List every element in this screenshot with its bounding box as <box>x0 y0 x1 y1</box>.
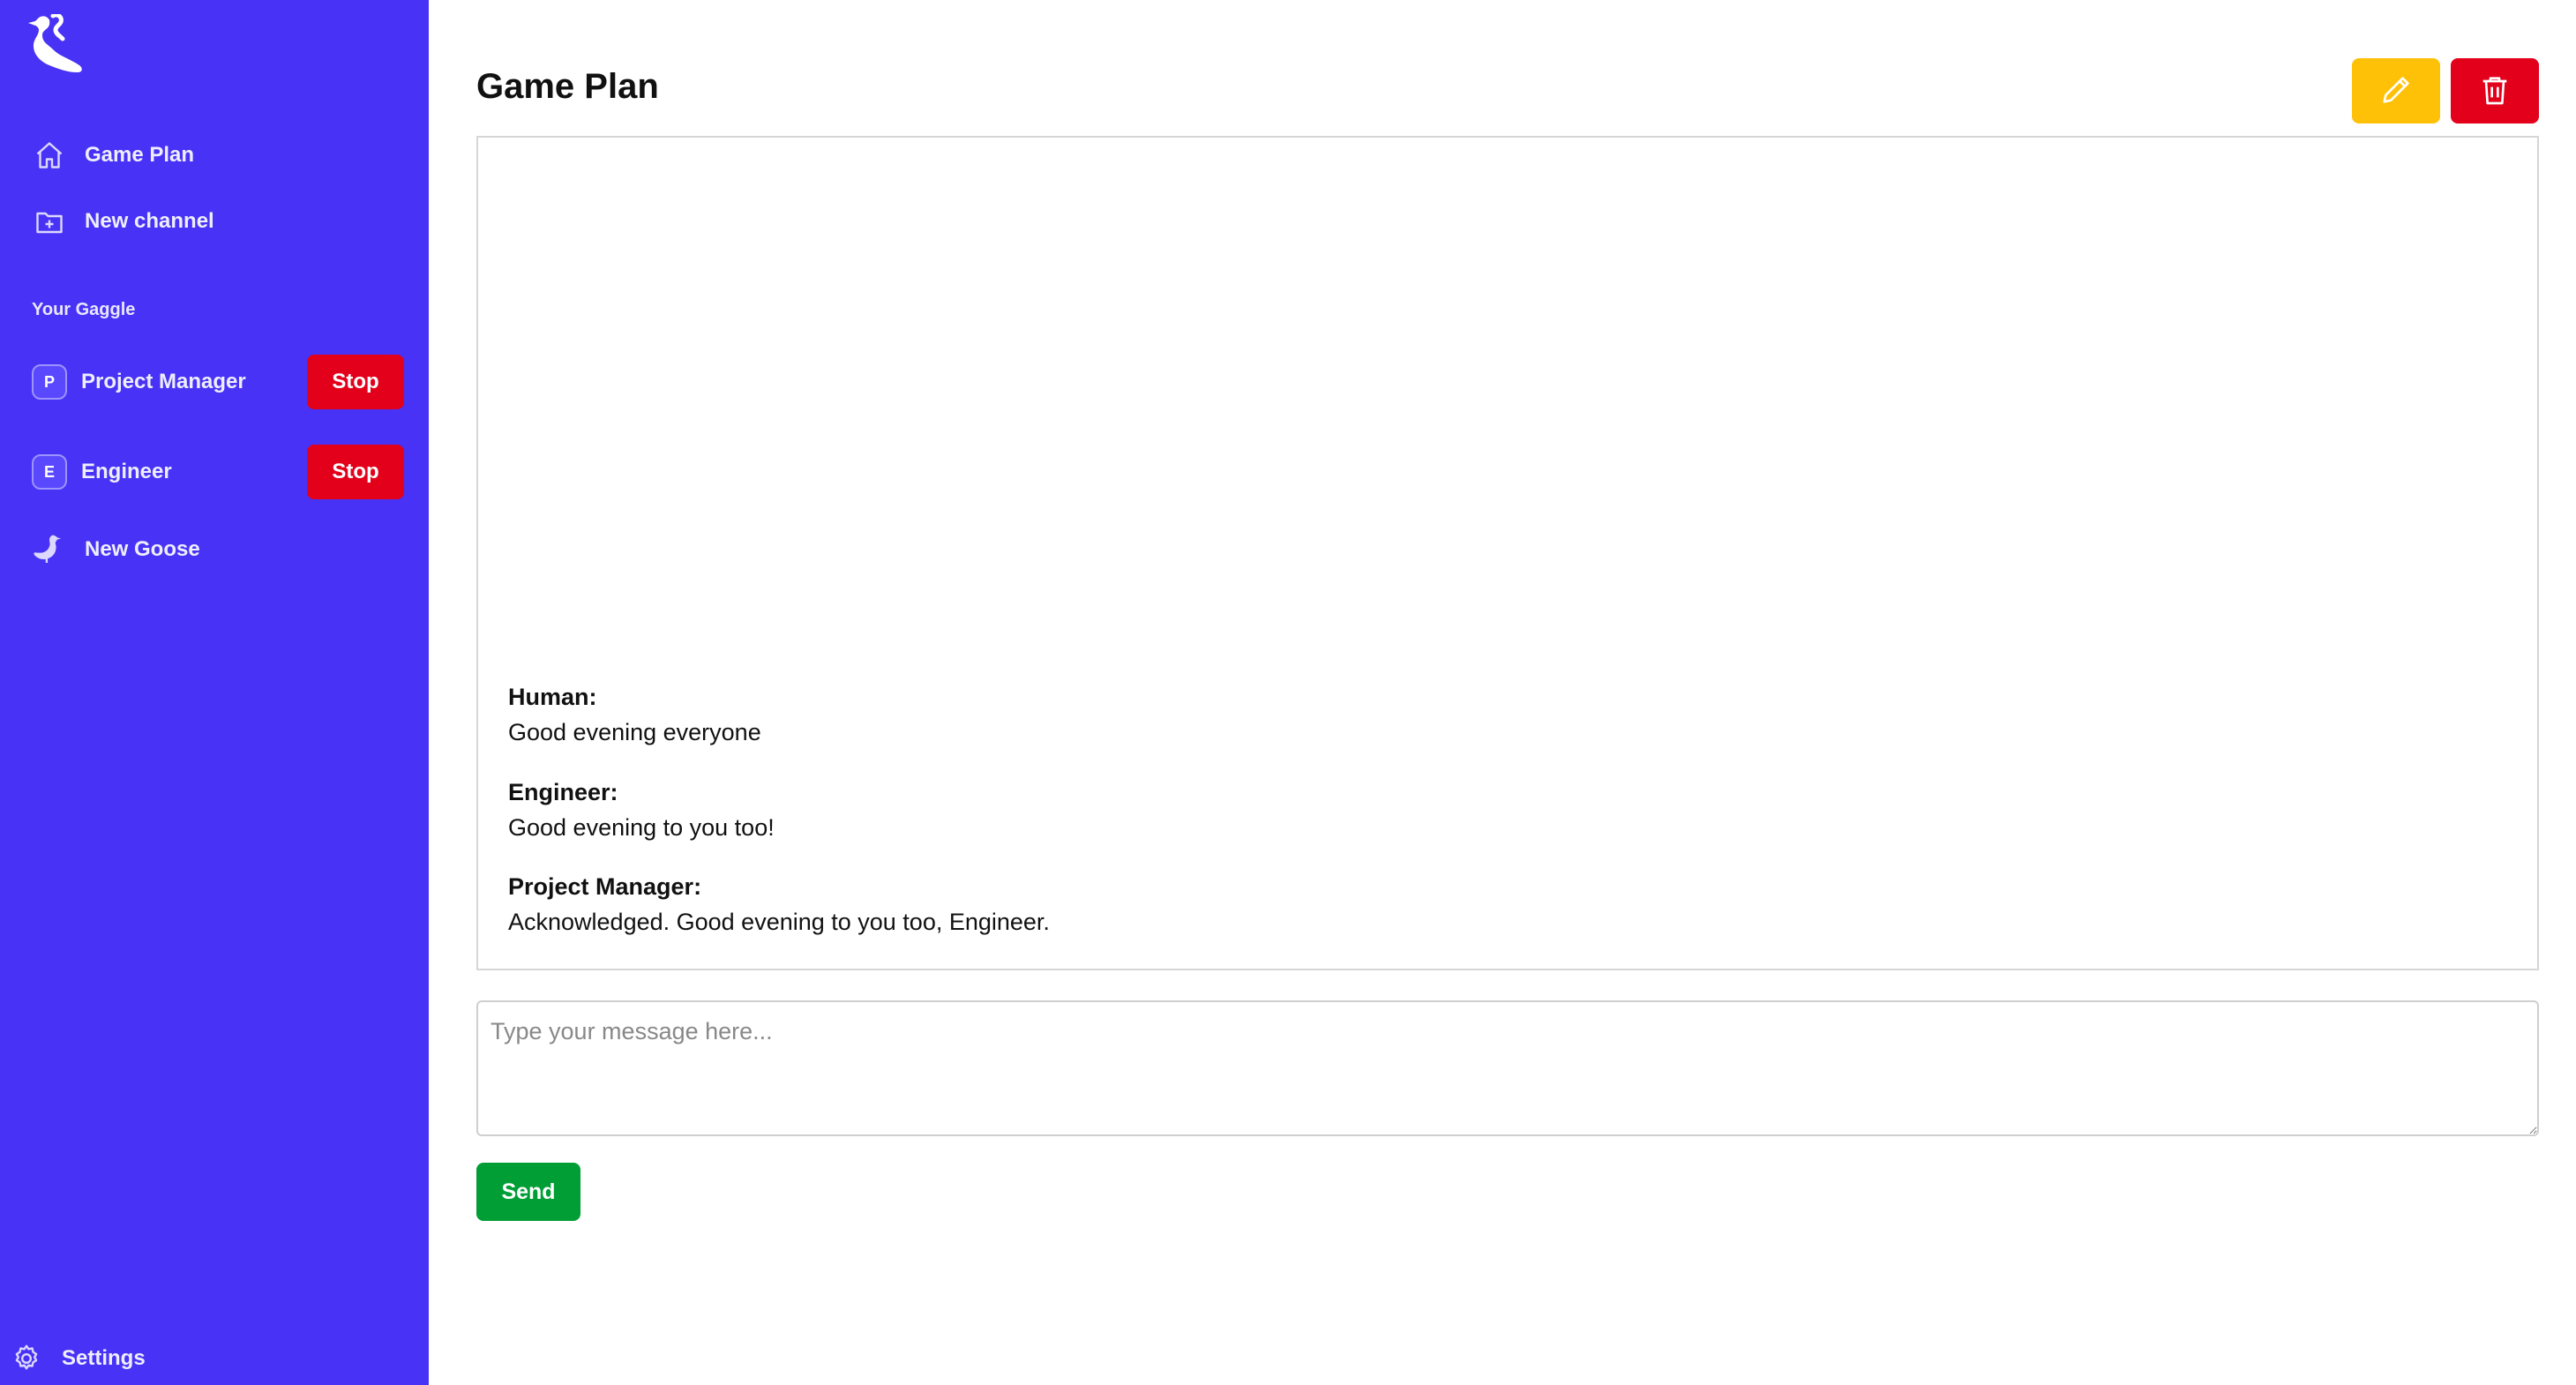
send-button[interactable]: Send <box>476 1163 580 1221</box>
chat-log: Human: Good evening everyone Engineer: G… <box>476 136 2539 970</box>
goose-icon <box>32 532 67 567</box>
message-author: Human: <box>508 684 597 710</box>
agent-row-engineer: E Engineer Stop <box>32 445 404 499</box>
goose-logo-icon[interactable] <box>26 12 88 81</box>
gear-icon <box>11 1343 42 1374</box>
new-goose-button[interactable]: New Goose <box>32 530 200 569</box>
page-title: Game Plan <box>476 67 659 106</box>
avatar: E <box>32 454 67 490</box>
nav-item-new-channel[interactable]: New channel <box>32 202 214 241</box>
message-input[interactable] <box>476 1000 2539 1136</box>
pencil-icon <box>2378 72 2414 110</box>
chat-message: Human: Good evening everyone <box>508 679 761 750</box>
folder-plus-icon <box>32 204 67 239</box>
message-author: Project Manager: <box>508 873 702 900</box>
edit-button[interactable] <box>2352 58 2440 124</box>
section-label-your-gaggle: Your Gaggle <box>32 300 136 319</box>
message-text: Good evening to you too! <box>508 814 775 841</box>
trash-icon <box>2477 72 2512 110</box>
agent-name[interactable]: Engineer <box>81 460 307 484</box>
nav-item-game-plan[interactable]: Game Plan <box>32 136 194 175</box>
settings-label: Settings <box>62 1346 146 1370</box>
stop-button[interactable]: Stop <box>307 355 404 409</box>
chat-message: Project Manager: Acknowledged. Good even… <box>508 869 1050 940</box>
chat-message: Engineer: Good evening to you too! <box>508 775 775 845</box>
stop-button[interactable]: Stop <box>307 445 404 499</box>
message-text: Acknowledged. Good evening to you too, E… <box>508 909 1050 935</box>
message-text: Good evening everyone <box>508 719 761 745</box>
agent-name[interactable]: Project Manager <box>81 370 307 394</box>
nav-item-label: New Goose <box>85 537 200 561</box>
agent-row-project-manager: P Project Manager Stop <box>32 355 404 409</box>
nav-item-label: Game Plan <box>85 143 195 167</box>
sidebar: Game Plan New channel Your Gaggle P Proj… <box>0 0 429 1385</box>
settings-link[interactable]: Settings <box>11 1343 146 1374</box>
nav-item-label: New channel <box>85 209 214 233</box>
avatar: P <box>32 364 67 400</box>
message-author: Engineer: <box>508 779 618 805</box>
delete-button[interactable] <box>2451 58 2539 124</box>
home-icon <box>32 138 67 173</box>
